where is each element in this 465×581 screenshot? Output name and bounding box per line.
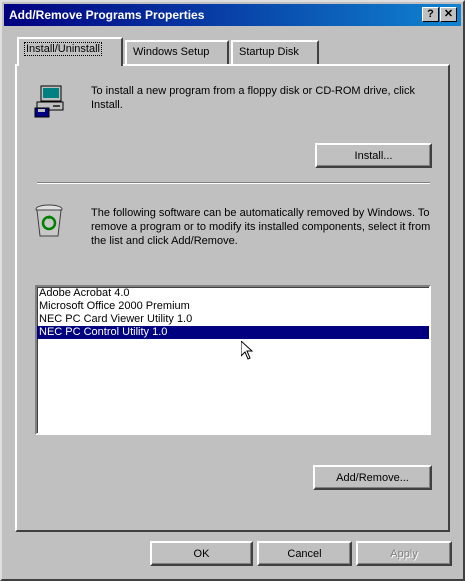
list-item[interactable]: Microsoft Office 2000 Premium (37, 300, 429, 313)
remove-description: The following software can be automatica… (91, 207, 431, 247)
close-button[interactable]: ✕ (440, 7, 457, 22)
separator (37, 182, 430, 184)
install-description: To install a new program from a floppy d… (91, 85, 415, 111)
tab-label: Install/Uninstall (24, 42, 102, 56)
floppy-computer-icon (33, 84, 67, 121)
tab-label: Startup Disk (239, 46, 299, 58)
window-title: Add/Remove Programs Properties (9, 8, 205, 22)
tab-panel: To install a new program from a floppy d… (15, 64, 450, 532)
tab-label: Windows Setup (133, 46, 210, 58)
recycle-bin-icon (33, 203, 65, 242)
list-item[interactable]: Adobe Acrobat 4.0 (37, 287, 429, 300)
title-bar[interactable]: Add/Remove Programs Properties ? ✕ (4, 4, 461, 26)
tab-startup-disk[interactable]: Startup Disk (231, 40, 319, 64)
apply-button: Apply (356, 541, 452, 566)
mouse-cursor-icon (240, 339, 254, 363)
program-list[interactable]: Adobe Acrobat 4.0 Microsoft Office 2000 … (35, 285, 431, 435)
install-button[interactable]: Install... (315, 143, 432, 168)
list-item-selected[interactable]: NEC PC Control Utility 1.0 (37, 326, 429, 339)
ok-button[interactable]: OK (150, 541, 253, 566)
list-item[interactable]: NEC PC Card Viewer Utility 1.0 (37, 313, 429, 326)
tab-windows-setup[interactable]: Windows Setup (125, 40, 229, 64)
help-button[interactable]: ? (422, 7, 439, 22)
tab-install-uninstall[interactable]: Install/Uninstall (17, 37, 123, 66)
cancel-button[interactable]: Cancel (257, 541, 352, 566)
add-remove-button[interactable]: Add/Remove... (313, 465, 432, 490)
